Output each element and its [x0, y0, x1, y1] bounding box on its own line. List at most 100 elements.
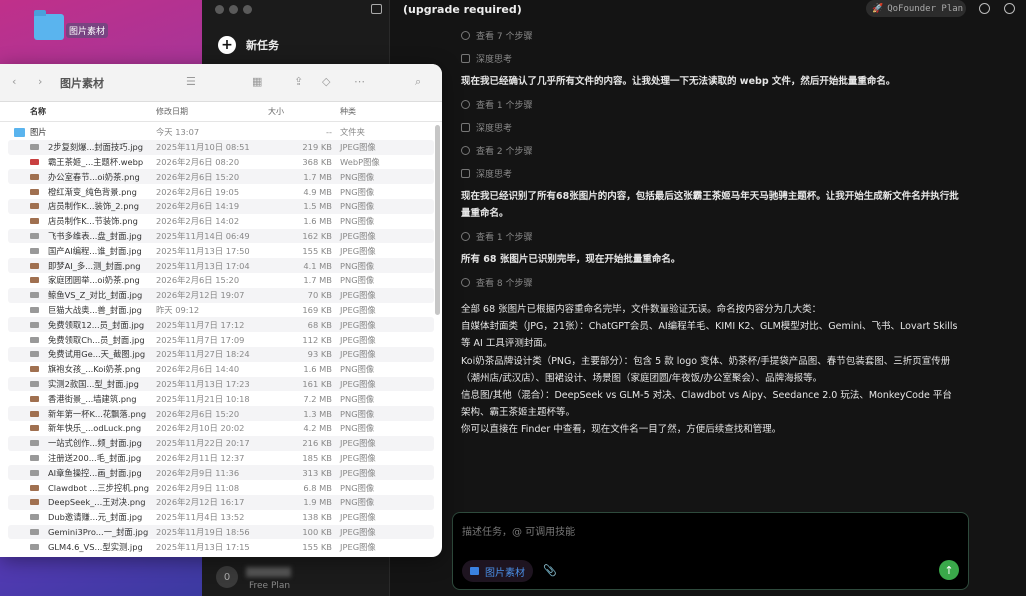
- folder-icon: [14, 128, 25, 137]
- image-file-icon: [30, 455, 39, 461]
- file-row[interactable]: GLM4.6_VS...型实测.jpg2025年11月13日 17:15155 …: [8, 539, 434, 554]
- file-row[interactable]: 2步复刻爆...封面技巧.jpg2025年11月10日 08:51219 KBJ…: [8, 140, 434, 155]
- file-name: 香港街景_...墙建筑.png: [48, 393, 137, 405]
- file-row[interactable]: 店员制作K...节装饰.png2026年2月6日 14:021.6 MBPNG图…: [8, 214, 434, 229]
- view-steps-button[interactable]: 查看 1 个步骤: [461, 225, 961, 248]
- plan-badge-label: QoFounder Plan: [887, 4, 963, 14]
- column-name[interactable]: 名称: [30, 106, 46, 117]
- file-kind: JPEG图像: [340, 141, 376, 153]
- file-size: 1.3 MB: [303, 409, 332, 419]
- chat-transcript: 查看 7 个步骤深度思考现在我已经确认了几乎所有文件的内容。让我处理一下无法读取…: [461, 24, 961, 439]
- file-row[interactable]: DeepSeek_...王对决.png2026年2月12日 16:171.9 M…: [8, 495, 434, 510]
- tag-icon[interactable]: ◇: [322, 75, 330, 88]
- plan-badge[interactable]: 🚀QoFounder Plan: [866, 0, 966, 17]
- file-row[interactable]: AI章鱼操控...画_封面.jpg2026年2月9日 11:36313 KBJP…: [8, 465, 434, 480]
- view-steps-button[interactable]: 查看 1 个步骤: [461, 93, 961, 116]
- deep-thinking-toggle[interactable]: 深度思考: [461, 162, 961, 185]
- image-file-icon: [30, 396, 39, 402]
- file-kind: PNG图像: [340, 482, 374, 494]
- file-row[interactable]: 新年快乐_...odLuck.png2026年2月10日 20:024.2 MB…: [8, 421, 434, 436]
- sidebar-toggle-icon[interactable]: [371, 4, 382, 14]
- file-row[interactable]: 店员制作K...装饰_2.png2026年2月6日 14:191.5 MBPNG…: [8, 199, 434, 214]
- file-row[interactable]: 霸王茶姬_...主题杯.webp2026年2月6日 08:20368 KBWeb…: [8, 155, 434, 170]
- file-row[interactable]: 巨猫大战奥...兽_封面.jpg昨天 09:12169 KBJPEG图像: [8, 303, 434, 318]
- file-kind: PNG图像: [340, 171, 374, 183]
- step-label: 查看 2 个步骤: [476, 144, 532, 157]
- new-task-button[interactable]: + 新任务: [218, 36, 279, 54]
- file-row[interactable]: 旗袍女孩_...Koi奶茶.png2026年2月6日 14:401.6 MBPN…: [8, 362, 434, 377]
- task-input-box[interactable]: 描述任务，@ 可调用技能 图片素材 📎 ↑: [452, 512, 969, 590]
- file-kind: JPEG图像: [340, 378, 376, 390]
- file-row[interactable]: 免费领取12...员_封面.jpg2025年11月7日 17:1268 KBJP…: [8, 317, 434, 332]
- view-steps-button[interactable]: 查看 8 个步骤: [461, 271, 961, 294]
- file-row[interactable]: 一站式创作...频_封面.jpg2025年11月22日 20:17216 KBJ…: [8, 436, 434, 451]
- file-size: 100 KB: [302, 527, 332, 537]
- file-kind: 文件夹: [340, 126, 365, 138]
- file-name: Gemini3Pro...一_封面.jpg: [48, 526, 148, 538]
- thinking-icon: [461, 123, 470, 132]
- file-row[interactable]: 国产AI编程...谁_封面.jpg2025年11月13日 17:50155 KB…: [8, 243, 434, 258]
- column-date[interactable]: 修改日期: [156, 106, 188, 117]
- file-date: 2026年2月12日 19:07: [156, 289, 244, 301]
- final-summary: 全部 68 张图片已根据内容重命名完毕，文件数量验证无误。命名按内容分为几大类：…: [461, 294, 961, 439]
- file-row[interactable]: Gemini3Pro...一_封面.jpg2025年11月19日 18:5610…: [8, 525, 434, 540]
- scrollbar[interactable]: [435, 125, 440, 315]
- username-blurred: [246, 567, 291, 577]
- view-steps-button[interactable]: 查看 2 个步骤: [461, 139, 961, 162]
- close-window-button[interactable]: [215, 5, 224, 14]
- file-row[interactable]: 香港街景_...墙建筑.png2025年11月21日 10:187.2 MBPN…: [8, 391, 434, 406]
- file-date: 2025年11月13日 17:15: [156, 541, 250, 553]
- file-row[interactable]: 免费领取Ch...员_封面.jpg2025年11月7日 17:09112 KBJ…: [8, 332, 434, 347]
- clock-icon[interactable]: [1004, 3, 1015, 14]
- file-name: DeepSeek_...王对决.png: [48, 496, 146, 508]
- task-input[interactable]: 描述任务，@ 可调用技能: [462, 523, 575, 538]
- file-row[interactable]: 家庭团圆举...oi奶茶.png2026年2月6日 15:201.7 MBPNG…: [8, 273, 434, 288]
- file-row[interactable]: 注册送200...毛_封面.jpg2026年2月11日 12:37185 KBJ…: [8, 451, 434, 466]
- file-date: 2025年11月14日 06:49: [156, 230, 250, 242]
- step-label: 深度思考: [476, 121, 512, 134]
- list-view-icon[interactable]: ☰: [186, 75, 196, 88]
- send-button[interactable]: ↑: [939, 560, 959, 580]
- file-name: 新年第一杯K...花飘落.png: [48, 408, 146, 420]
- view-steps-button[interactable]: 查看 7 个步骤: [461, 24, 961, 47]
- file-kind: PNG图像: [340, 200, 374, 212]
- image-file-icon: [30, 544, 39, 550]
- file-row[interactable]: 新年第一杯K...花飘落.png2026年2月6日 15:201.3 MBPNG…: [8, 406, 434, 421]
- image-file-icon: [30, 218, 39, 224]
- share-icon[interactable]: ⇪: [294, 75, 303, 88]
- image-file-icon: [30, 277, 39, 283]
- file-kind: JPEG图像: [340, 304, 376, 316]
- desktop-folder-label[interactable]: 图片素材: [66, 23, 108, 38]
- attach-icon[interactable]: 📎: [543, 564, 557, 577]
- folder-chip[interactable]: 图片素材: [462, 560, 533, 582]
- forward-icon[interactable]: ›: [38, 75, 42, 88]
- folder-row[interactable]: 图片 今天 13:07 -- 文件夹: [8, 125, 434, 140]
- column-size[interactable]: 大小: [268, 106, 284, 117]
- more-icon[interactable]: ⋯: [354, 75, 365, 88]
- column-kind[interactable]: 种类: [340, 106, 356, 117]
- file-row[interactable]: 鲸鱼VS_Z_对比_封面.jpg2026年2月12日 19:0770 KBJPE…: [8, 288, 434, 303]
- file-name: 店员制作K...节装饰.png: [48, 215, 138, 227]
- assistant-message: 现在我已经识别了所有68张图片的内容，包括最后这张霸王茶姬马年天马驰骋主题杯。让…: [461, 185, 961, 225]
- folder-icon[interactable]: [34, 14, 64, 40]
- file-row[interactable]: 橙红渐变_纯色背景.png2026年2月6日 19:054.9 MBPNG图像: [8, 184, 434, 199]
- file-row[interactable]: 即梦AI_多...测_封面.png2025年11月13日 17:044.1 MB…: [8, 258, 434, 273]
- file-size: 161 KB: [302, 379, 332, 389]
- file-date: 2025年11月4日 13:52: [156, 511, 244, 523]
- file-row[interactable]: 办公室春节...oi奶茶.png2026年2月6日 15:201.7 MBPNG…: [8, 169, 434, 184]
- file-row[interactable]: Clawdbot ...三步控机.png2026年2月9日 11:086.8 M…: [8, 480, 434, 495]
- file-name: AI章鱼操控...画_封面.jpg: [48, 467, 142, 479]
- deep-thinking-toggle[interactable]: 深度思考: [461, 116, 961, 139]
- chat-icon[interactable]: [979, 3, 990, 14]
- deep-thinking-toggle[interactable]: 深度思考: [461, 47, 961, 70]
- file-row[interactable]: 免费试用Ge...天_截图.jpg2025年11月27日 18:2493 KBJ…: [8, 347, 434, 362]
- zoom-window-button[interactable]: [243, 5, 252, 14]
- file-date: 2025年11月13日 17:50: [156, 245, 250, 257]
- grid-view-icon[interactable]: ▦: [252, 75, 262, 88]
- file-row[interactable]: 实测2款国...型_封面.jpg2025年11月13日 17:23161 KBJ…: [8, 377, 434, 392]
- minimize-window-button[interactable]: [229, 5, 238, 14]
- back-icon[interactable]: ‹: [12, 75, 16, 88]
- file-row[interactable]: Dub邀请赚...元_封面.jpg2025年11月4日 13:52138 KBJ…: [8, 510, 434, 525]
- search-icon[interactable]: ⌕: [415, 75, 421, 89]
- file-row[interactable]: 飞书多维表...盘_封面.jpg2025年11月14日 06:49162 KBJ…: [8, 229, 434, 244]
